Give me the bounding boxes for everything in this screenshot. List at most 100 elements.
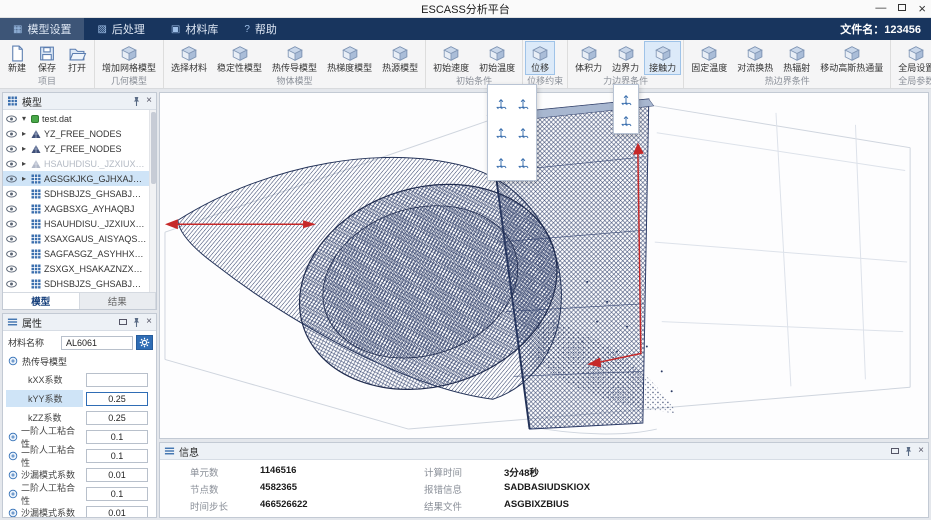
- visibility-eye-icon[interactable]: [6, 235, 17, 243]
- thermal-gradient-model-button[interactable]: 热梯度模型: [322, 41, 377, 75]
- radiation-icon: [787, 45, 807, 62]
- float-panel-icon[interactable]: [119, 319, 128, 325]
- contact-force-button[interactable]: 接触力: [644, 41, 682, 75]
- visibility-eye-icon[interactable]: [6, 130, 17, 138]
- close-icon[interactable]: ×: [918, 2, 926, 15]
- moving-gauss-flux-button[interactable]: 移动高斯热通量: [815, 41, 888, 75]
- tree-item[interactable]: ▸ YZ_FREE_NODES: [3, 126, 156, 141]
- visibility-eye-icon[interactable]: [6, 115, 17, 123]
- tab-post-processing[interactable]: ▧ 后处理: [84, 18, 157, 40]
- tab-label: 帮助: [254, 24, 277, 36]
- new-button[interactable]: 新建: [2, 41, 32, 75]
- tree-item[interactable]: SAGFASGZ_ASYHHXSN: [3, 246, 156, 261]
- section-expand-icon[interactable]: [8, 508, 18, 518]
- tree-item[interactable]: XSAXGAUS_AISYAQSH_ASHX: [3, 231, 156, 246]
- select-material-button[interactable]: 选择材料: [166, 41, 212, 75]
- tree-item[interactable]: XAGBSXG_AYHAQBJ: [3, 201, 156, 216]
- pin-icon[interactable]: [132, 96, 141, 107]
- visibility-eye-icon[interactable]: [6, 145, 17, 153]
- caret-down-icon[interactable]: ▾: [20, 114, 28, 123]
- tree-item-disabled[interactable]: ▸ HSAUHDISU._JZXIUXHAHX: [3, 156, 156, 171]
- float-panel-icon[interactable]: [891, 448, 900, 454]
- viewport-canvas[interactable]: [160, 93, 928, 438]
- save-button[interactable]: 保存: [32, 41, 62, 75]
- caret-right-icon[interactable]: ▸: [20, 174, 28, 183]
- constraint-option-xy[interactable]: [492, 153, 510, 171]
- contact-option-pair[interactable]: [617, 90, 635, 108]
- constraint-option-x[interactable]: [514, 94, 532, 112]
- tab-material-library[interactable]: ▣ 材料库: [158, 18, 231, 40]
- hourglass-2-input[interactable]: [86, 505, 148, 517]
- pin-icon[interactable]: [904, 446, 913, 457]
- boundary-force-button[interactable]: 边界力: [607, 41, 644, 75]
- tree-item[interactable]: HSAUHDISU._JZXIUXHAHX: [3, 216, 156, 231]
- visibility-eye-icon[interactable]: [6, 280, 17, 288]
- viewport-3d[interactable]: [159, 92, 929, 439]
- tree-scrollbar[interactable]: [149, 110, 156, 292]
- dataset-icon: [31, 114, 39, 123]
- visibility-eye-icon[interactable]: [6, 160, 17, 168]
- properties-panel-icon: [7, 317, 18, 327]
- kzz-input[interactable]: [86, 410, 148, 425]
- global-settings-button[interactable]: 全局设置: [893, 41, 931, 75]
- kyy-input[interactable]: [86, 391, 148, 406]
- section-expand-icon[interactable]: [8, 470, 18, 480]
- tree-item[interactable]: SDHSBJZS_GHSABJHB_ZAHJ: [3, 276, 156, 291]
- constraint-option-fixed[interactable]: [492, 94, 510, 112]
- node-count-value: 4582365: [260, 481, 297, 493]
- thermal-radiation-button[interactable]: 热辐射: [778, 41, 815, 75]
- visibility-eye-icon[interactable]: [6, 220, 17, 228]
- hourglass-1-input[interactable]: [86, 467, 148, 482]
- tree-item-root[interactable]: ▾ test.dat: [3, 111, 156, 126]
- open-button[interactable]: 打开: [62, 41, 92, 75]
- heat-conduction-section[interactable]: 热传导模型: [6, 353, 153, 369]
- kxx-input[interactable]: [86, 372, 148, 387]
- tab-model[interactable]: 模型: [3, 293, 80, 309]
- tab-help[interactable]: ? 帮助: [231, 18, 290, 40]
- add-mesh-model-button[interactable]: 增加网格模型: [97, 41, 161, 75]
- close-panel-icon[interactable]: ×: [146, 317, 152, 327]
- constraint-option-xyz[interactable]: [514, 153, 532, 171]
- section-expand-icon[interactable]: [8, 489, 18, 499]
- close-panel-icon[interactable]: ×: [146, 96, 152, 106]
- visibility-eye-icon[interactable]: [6, 265, 17, 273]
- constraint-option-y[interactable]: [492, 123, 510, 141]
- initial-velocity-button[interactable]: 初始速度: [428, 41, 474, 75]
- initial-temperature-button[interactable]: 初始温度: [474, 41, 520, 75]
- tree-item[interactable]: ▸ YZ_FREE_NODES: [3, 141, 156, 156]
- visibility-eye-icon[interactable]: [6, 175, 17, 183]
- tree-item[interactable]: ZSXGX_HSAKAZNZXK_AHASX: [3, 261, 156, 276]
- caret-right-icon[interactable]: ▸: [20, 144, 28, 153]
- tree-item[interactable]: SDHSBJZS_GHSABJHB_ZAHJ: [3, 186, 156, 201]
- viscosity-3-input[interactable]: [86, 486, 148, 501]
- section-expand-icon[interactable]: [8, 451, 18, 461]
- caret-right-icon[interactable]: ▸: [20, 159, 28, 168]
- visibility-eye-icon[interactable]: [6, 250, 17, 258]
- displacement-button[interactable]: 位移: [525, 41, 556, 75]
- stability-model-button[interactable]: 稳定性模型: [212, 41, 267, 75]
- tab-model-settings[interactable]: ▦ 模型设置: [0, 18, 85, 40]
- visibility-eye-icon[interactable]: [6, 190, 17, 198]
- convective-heat-button[interactable]: 对流换热: [732, 41, 778, 75]
- contact-option-self[interactable]: [617, 111, 635, 129]
- tree-scrollbar-thumb[interactable]: [151, 112, 156, 184]
- section-expand-icon[interactable]: [8, 432, 18, 442]
- pin-icon[interactable]: [132, 317, 141, 328]
- heat-conduction-model-button[interactable]: 热传导模型: [267, 41, 322, 75]
- tab-results[interactable]: 结果: [79, 293, 156, 309]
- material-settings-button[interactable]: [136, 335, 153, 350]
- section-expand-icon[interactable]: [8, 356, 18, 366]
- body-force-button[interactable]: 体积力: [570, 41, 607, 75]
- caret-right-icon[interactable]: ▸: [20, 129, 28, 138]
- viscosity-1-input[interactable]: [86, 429, 148, 444]
- close-panel-icon[interactable]: ×: [918, 446, 924, 456]
- tree-item-selected[interactable]: ▸ AGSGKJKG_GJHXAJKHXA: [3, 171, 156, 186]
- material-name-input[interactable]: [61, 335, 133, 350]
- maximize-icon[interactable]: [898, 3, 907, 14]
- constraint-option-z[interactable]: [514, 123, 532, 141]
- minimize-icon[interactable]: —: [875, 3, 886, 14]
- heat-source-model-button[interactable]: 热源模型: [377, 41, 423, 75]
- fixed-temperature-button[interactable]: 固定温度: [686, 41, 732, 75]
- viscosity-2-input[interactable]: [86, 448, 148, 463]
- visibility-eye-icon[interactable]: [6, 205, 17, 213]
